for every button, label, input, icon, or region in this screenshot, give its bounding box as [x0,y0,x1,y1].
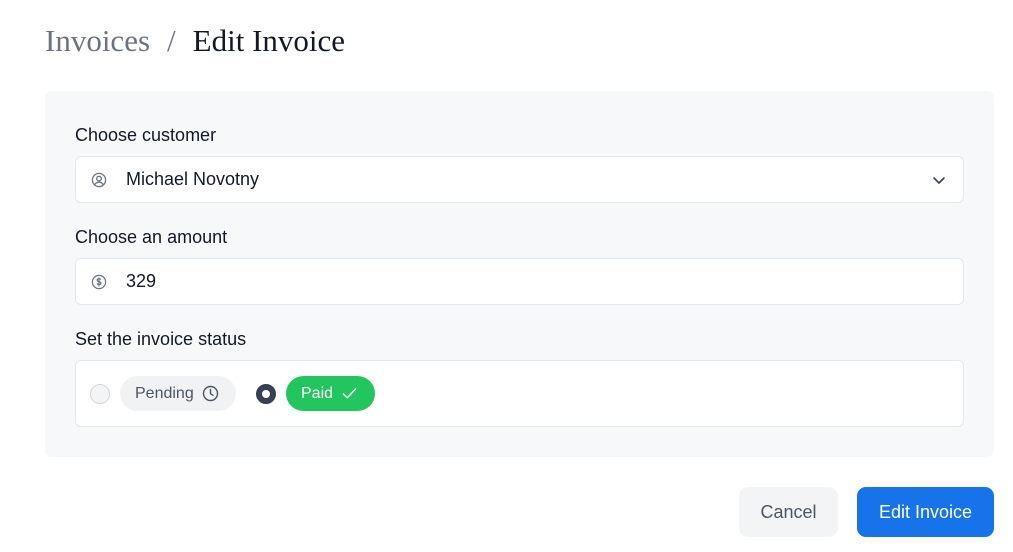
edit-invoice-form: Choose customer Michael Novotny Choose a… [45,91,994,457]
breadcrumb: Invoices / Edit Invoice [45,22,345,60]
status-label: Set the invoice status [75,329,247,349]
dollar-circle-icon [91,274,107,290]
chevron-down-icon [931,172,947,188]
check-icon [341,385,358,402]
status-pending-label[interactable]: Pending [120,376,236,411]
user-circle-icon [91,172,107,188]
status-paid-label[interactable]: Paid [286,376,375,411]
clock-icon [202,385,219,402]
status-options: Pending Paid [75,360,964,427]
customer-label: Choose customer [75,125,217,145]
customer-select[interactable]: Michael Novotny [75,156,964,203]
amount-label: Choose an amount [75,227,228,247]
page-title: Edit Invoice [192,23,346,58]
customer-selected-value: Michael Novotny [126,169,260,189]
status-pending-radio[interactable] [90,384,110,404]
status-paid-radio[interactable] [256,384,276,404]
status-paid-text: Paid [301,384,334,402]
breadcrumb-separator: / [167,23,176,58]
breadcrumb-invoices-link[interactable]: Invoices [45,22,150,60]
edit-invoice-button[interactable]: Edit Invoice [857,487,994,537]
status-pending-text: Pending [135,384,194,402]
amount-value: 329 [126,271,157,291]
cancel-button[interactable]: Cancel [739,487,838,537]
amount-input[interactable]: 329 [75,258,964,305]
